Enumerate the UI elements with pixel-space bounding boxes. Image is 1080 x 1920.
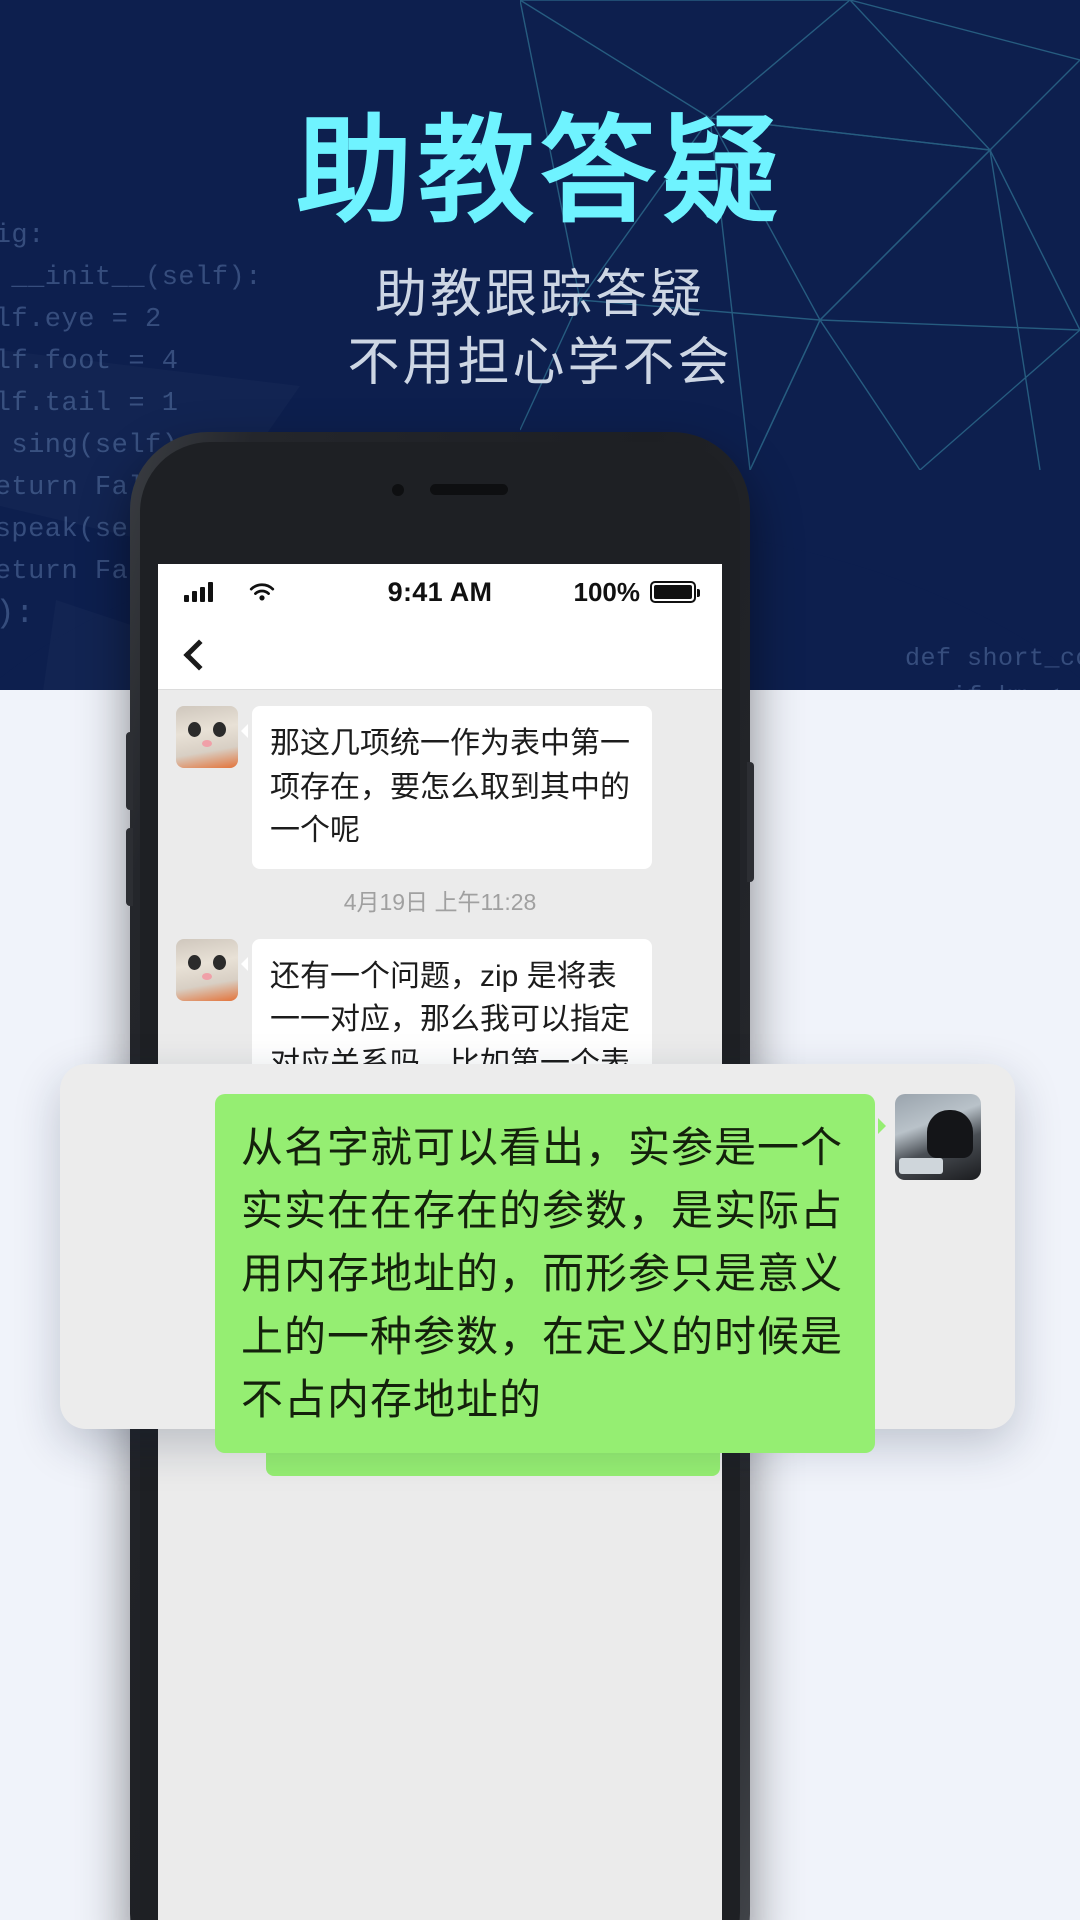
earpiece-speaker [430, 484, 508, 495]
chat-nav-bar [158, 620, 722, 690]
volume-up-button[interactable] [126, 732, 133, 810]
message-timestamp: 4月19日 上午11:28 [343, 888, 537, 915]
outgoing-message-bubble[interactable]: 从名字就可以看出，实参是一个实实在在存在的参数，是实际占用内存地址的，而形参只是… [215, 1094, 886, 1453]
volume-down-button[interactable] [126, 828, 133, 906]
message-bubble[interactable]: 那这几项统一作为表中第一项存在，要怎么取到其中的一个呢 [241, 706, 652, 869]
avatar[interactable] [176, 938, 238, 1001]
power-button[interactable] [747, 762, 754, 882]
status-bar: 9:41 AM 100% [158, 564, 722, 620]
chat-message-incoming: 那这几项统一作为表中第一项存在，要怎么取到其中的一个呢 [176, 706, 704, 869]
avatar[interactable] [176, 706, 238, 768]
battery-full-icon [650, 581, 700, 603]
subtitle-line-1: 助教跟踪答疑 [374, 266, 705, 324]
avatar[interactable] [895, 1094, 981, 1180]
subtitle-line-2: 不用担心学不会 [347, 334, 733, 392]
status-bar-time: 9:41 AM [387, 576, 493, 607]
front-camera-icon [392, 484, 404, 496]
page-title: 助教答疑 [296, 106, 784, 236]
highlight-card: 从名字就可以看出，实参是一个实实在在存在的参数，是实际占用内存地址的，而形参只是… [60, 1064, 1015, 1453]
back-chevron-icon[interactable] [183, 638, 215, 671]
